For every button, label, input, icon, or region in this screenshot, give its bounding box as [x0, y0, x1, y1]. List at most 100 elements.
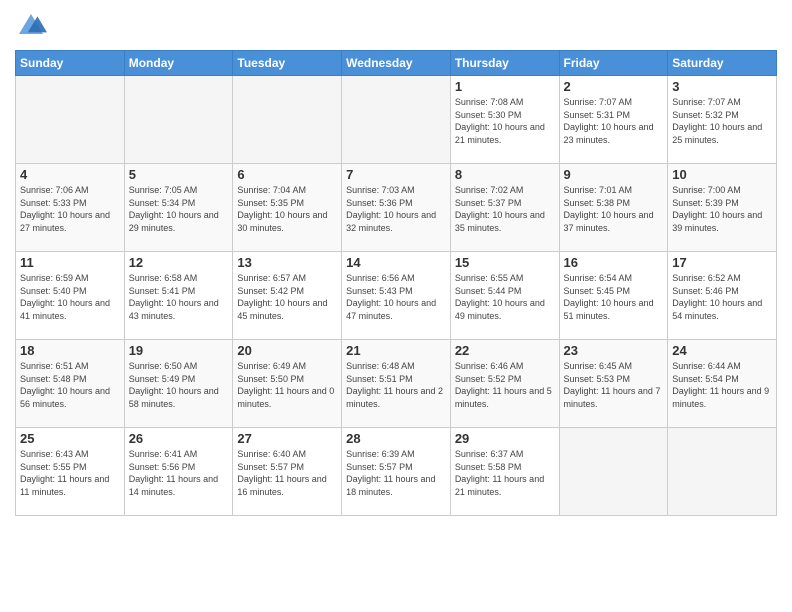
day-number: 6	[237, 167, 337, 182]
day-number: 13	[237, 255, 337, 270]
day-number: 17	[672, 255, 772, 270]
day-number: 22	[455, 343, 555, 358]
sunset-label: Sunset: 5:48 PM	[20, 374, 87, 384]
sunrise-label: Sunrise: 6:51 AM	[20, 361, 89, 371]
day-cell	[559, 428, 668, 516]
sunset-label: Sunset: 5:45 PM	[564, 286, 631, 296]
daylight-label: Daylight: 10 hours and 49 minutes.	[455, 298, 545, 321]
day-number: 10	[672, 167, 772, 182]
day-info: Sunrise: 7:07 AM Sunset: 5:31 PM Dayligh…	[564, 96, 664, 146]
sunset-label: Sunset: 5:35 PM	[237, 198, 304, 208]
day-info: Sunrise: 7:03 AM Sunset: 5:36 PM Dayligh…	[346, 184, 446, 234]
day-number: 7	[346, 167, 446, 182]
day-info: Sunrise: 6:46 AM Sunset: 5:52 PM Dayligh…	[455, 360, 555, 410]
day-number: 29	[455, 431, 555, 446]
day-cell: 3 Sunrise: 7:07 AM Sunset: 5:32 PM Dayli…	[668, 76, 777, 164]
day-info: Sunrise: 7:07 AM Sunset: 5:32 PM Dayligh…	[672, 96, 772, 146]
daylight-label: Daylight: 11 hours and 21 minutes.	[455, 474, 544, 497]
day-cell: 10 Sunrise: 7:00 AM Sunset: 5:39 PM Dayl…	[668, 164, 777, 252]
sunset-label: Sunset: 5:40 PM	[20, 286, 87, 296]
day-info: Sunrise: 6:57 AM Sunset: 5:42 PM Dayligh…	[237, 272, 337, 322]
daylight-label: Daylight: 11 hours and 9 minutes.	[672, 386, 769, 409]
day-info: Sunrise: 7:02 AM Sunset: 5:37 PM Dayligh…	[455, 184, 555, 234]
day-info: Sunrise: 7:00 AM Sunset: 5:39 PM Dayligh…	[672, 184, 772, 234]
sunset-label: Sunset: 5:55 PM	[20, 462, 87, 472]
logo	[15, 10, 51, 42]
daylight-label: Daylight: 10 hours and 30 minutes.	[237, 210, 327, 233]
day-info: Sunrise: 7:04 AM Sunset: 5:35 PM Dayligh…	[237, 184, 337, 234]
week-row-4: 25 Sunrise: 6:43 AM Sunset: 5:55 PM Dayl…	[16, 428, 777, 516]
daylight-label: Daylight: 11 hours and 14 minutes.	[129, 474, 218, 497]
day-cell: 20 Sunrise: 6:49 AM Sunset: 5:50 PM Dayl…	[233, 340, 342, 428]
sunrise-label: Sunrise: 6:50 AM	[129, 361, 198, 371]
day-number: 25	[20, 431, 120, 446]
daylight-label: Daylight: 11 hours and 2 minutes.	[346, 386, 443, 409]
day-cell: 24 Sunrise: 6:44 AM Sunset: 5:54 PM Dayl…	[668, 340, 777, 428]
day-info: Sunrise: 6:37 AM Sunset: 5:58 PM Dayligh…	[455, 448, 555, 498]
sunset-label: Sunset: 5:39 PM	[672, 198, 739, 208]
day-cell	[124, 76, 233, 164]
sunrise-label: Sunrise: 6:43 AM	[20, 449, 89, 459]
day-cell: 27 Sunrise: 6:40 AM Sunset: 5:57 PM Dayl…	[233, 428, 342, 516]
day-number: 15	[455, 255, 555, 270]
day-cell: 4 Sunrise: 7:06 AM Sunset: 5:33 PM Dayli…	[16, 164, 125, 252]
sunrise-label: Sunrise: 7:08 AM	[455, 97, 524, 107]
day-info: Sunrise: 6:54 AM Sunset: 5:45 PM Dayligh…	[564, 272, 664, 322]
sunset-label: Sunset: 5:57 PM	[237, 462, 304, 472]
day-cell: 15 Sunrise: 6:55 AM Sunset: 5:44 PM Dayl…	[450, 252, 559, 340]
day-number: 23	[564, 343, 664, 358]
sunrise-label: Sunrise: 6:55 AM	[455, 273, 524, 283]
sunset-label: Sunset: 5:52 PM	[455, 374, 522, 384]
day-info: Sunrise: 6:50 AM Sunset: 5:49 PM Dayligh…	[129, 360, 229, 410]
day-number: 21	[346, 343, 446, 358]
sunset-label: Sunset: 5:49 PM	[129, 374, 196, 384]
sunrise-label: Sunrise: 6:57 AM	[237, 273, 306, 283]
day-cell	[668, 428, 777, 516]
sunrise-label: Sunrise: 6:48 AM	[346, 361, 415, 371]
day-cell: 8 Sunrise: 7:02 AM Sunset: 5:37 PM Dayli…	[450, 164, 559, 252]
day-number: 5	[129, 167, 229, 182]
sunset-label: Sunset: 5:54 PM	[672, 374, 739, 384]
header	[15, 10, 777, 42]
sunrise-label: Sunrise: 6:52 AM	[672, 273, 741, 283]
day-number: 4	[20, 167, 120, 182]
sunrise-label: Sunrise: 7:07 AM	[672, 97, 741, 107]
header-row: SundayMondayTuesdayWednesdayThursdayFrid…	[16, 51, 777, 76]
sunset-label: Sunset: 5:36 PM	[346, 198, 413, 208]
day-number: 16	[564, 255, 664, 270]
day-number: 28	[346, 431, 446, 446]
daylight-label: Daylight: 10 hours and 32 minutes.	[346, 210, 436, 233]
day-cell: 7 Sunrise: 7:03 AM Sunset: 5:36 PM Dayli…	[342, 164, 451, 252]
sunset-label: Sunset: 5:42 PM	[237, 286, 304, 296]
daylight-label: Daylight: 11 hours and 16 minutes.	[237, 474, 326, 497]
daylight-label: Daylight: 10 hours and 51 minutes.	[564, 298, 654, 321]
header-saturday: Saturday	[668, 51, 777, 76]
day-info: Sunrise: 6:43 AM Sunset: 5:55 PM Dayligh…	[20, 448, 120, 498]
sunrise-label: Sunrise: 7:06 AM	[20, 185, 89, 195]
sunset-label: Sunset: 5:37 PM	[455, 198, 522, 208]
day-cell	[16, 76, 125, 164]
day-info: Sunrise: 7:05 AM Sunset: 5:34 PM Dayligh…	[129, 184, 229, 234]
daylight-label: Daylight: 10 hours and 43 minutes.	[129, 298, 219, 321]
day-info: Sunrise: 6:40 AM Sunset: 5:57 PM Dayligh…	[237, 448, 337, 498]
page-container: SundayMondayTuesdayWednesdayThursdayFrid…	[0, 0, 792, 526]
day-cell: 1 Sunrise: 7:08 AM Sunset: 5:30 PM Dayli…	[450, 76, 559, 164]
sunrise-label: Sunrise: 6:54 AM	[564, 273, 633, 283]
daylight-label: Daylight: 10 hours and 21 minutes.	[455, 122, 545, 145]
sunset-label: Sunset: 5:32 PM	[672, 110, 739, 120]
day-number: 20	[237, 343, 337, 358]
day-cell: 12 Sunrise: 6:58 AM Sunset: 5:41 PM Dayl…	[124, 252, 233, 340]
sunrise-label: Sunrise: 7:02 AM	[455, 185, 524, 195]
daylight-label: Daylight: 11 hours and 11 minutes.	[20, 474, 109, 497]
sunset-label: Sunset: 5:50 PM	[237, 374, 304, 384]
day-info: Sunrise: 7:06 AM Sunset: 5:33 PM Dayligh…	[20, 184, 120, 234]
daylight-label: Daylight: 10 hours and 54 minutes.	[672, 298, 762, 321]
day-info: Sunrise: 6:39 AM Sunset: 5:57 PM Dayligh…	[346, 448, 446, 498]
daylight-label: Daylight: 10 hours and 29 minutes.	[129, 210, 219, 233]
day-info: Sunrise: 6:51 AM Sunset: 5:48 PM Dayligh…	[20, 360, 120, 410]
day-cell	[233, 76, 342, 164]
sunrise-label: Sunrise: 6:40 AM	[237, 449, 306, 459]
daylight-label: Daylight: 10 hours and 41 minutes.	[20, 298, 110, 321]
day-cell: 19 Sunrise: 6:50 AM Sunset: 5:49 PM Dayl…	[124, 340, 233, 428]
day-number: 9	[564, 167, 664, 182]
